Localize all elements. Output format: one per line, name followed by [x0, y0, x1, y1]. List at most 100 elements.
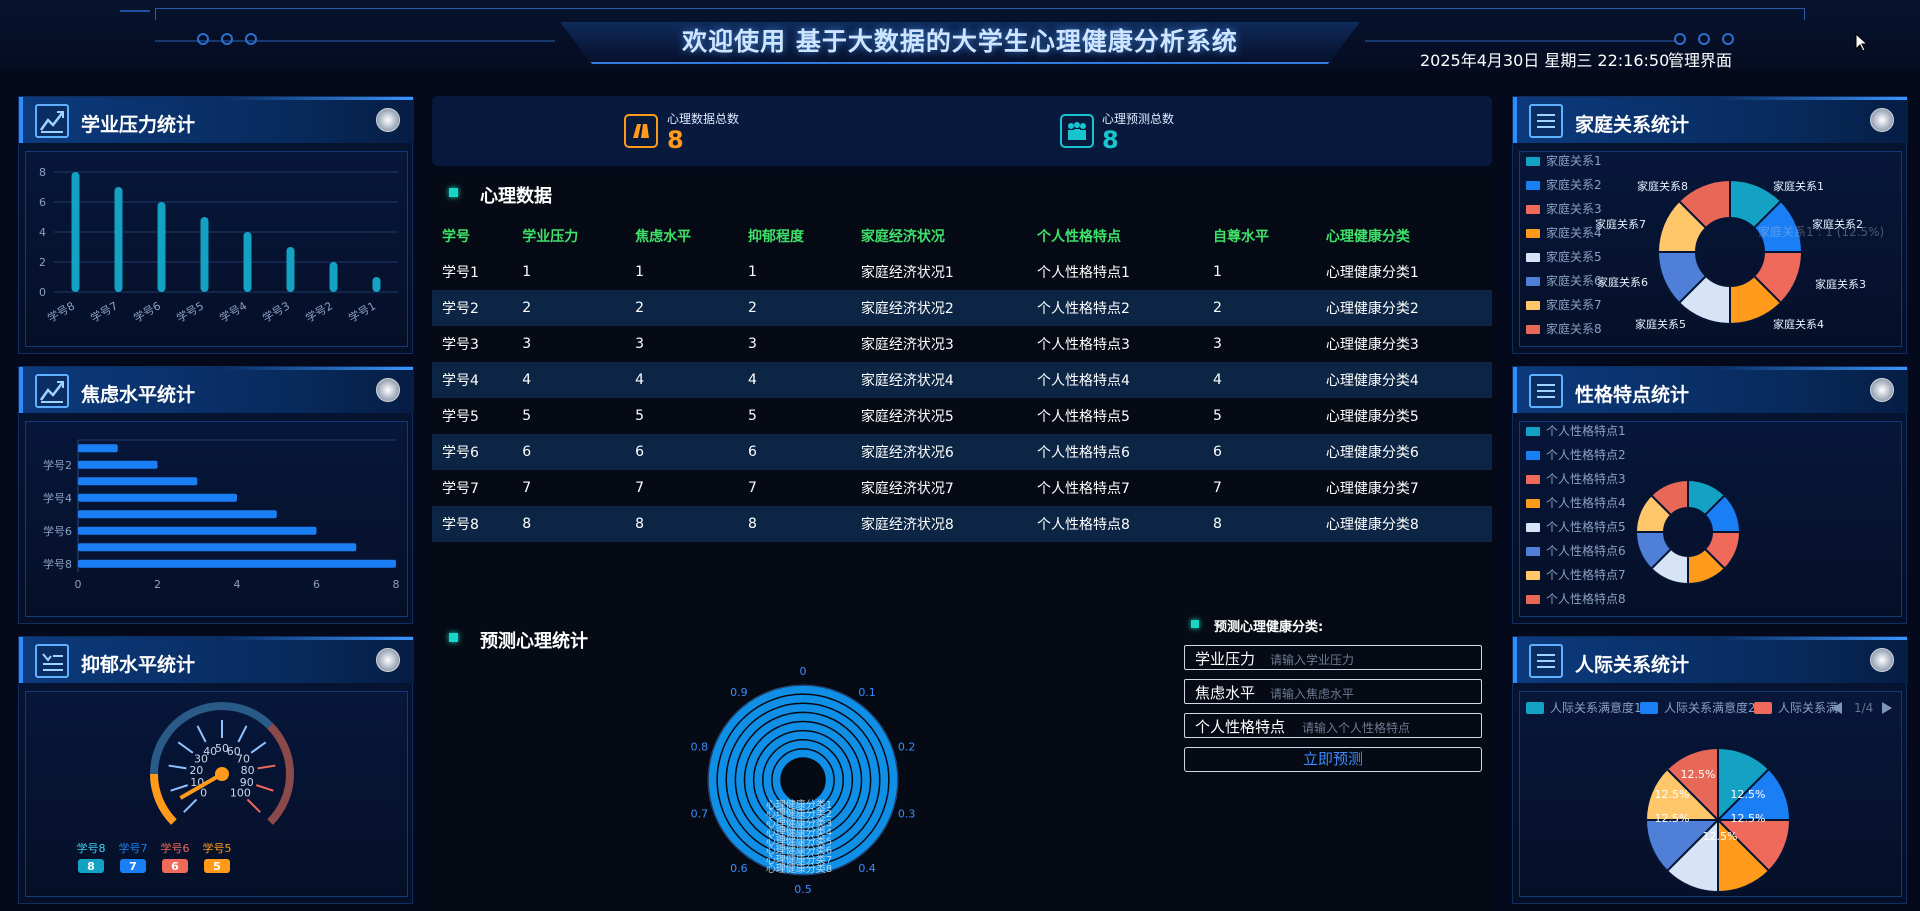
field-placeholder: 请输入焦虑水平	[1270, 687, 1355, 701]
legend-label: 家庭关系6	[1546, 273, 1602, 288]
table-row[interactable]: 学号8 8 8 8 家庭经济状况8 个人性格特点8 8 心理健康分类8	[432, 506, 1492, 542]
legend-label: 家庭关系3	[1546, 201, 1602, 216]
header-dot-icon	[245, 33, 257, 45]
gauge-legend-value: 5	[213, 860, 221, 873]
table-row[interactable]: 学号2 2 2 2 家庭经济状况2 个人性格特点2 2 心理健康分类2	[432, 290, 1492, 326]
bar	[157, 202, 166, 292]
anxiety-bar-chart: 学号2 学号4 学号6 学号80 2 4 6 8	[43, 439, 400, 591]
predict-total-label: 心理预测总数	[1102, 112, 1175, 126]
table-cell: 2	[1203, 290, 1316, 326]
gauge-pivot	[215, 767, 229, 781]
legend-swatch	[1526, 253, 1540, 262]
table-cell: 1	[635, 264, 645, 280]
panel-header: 学业压力统计	[19, 97, 414, 143]
section-marker	[449, 633, 458, 642]
gauge-tick	[196, 725, 207, 743]
angle-tick-label: 0.2	[898, 740, 916, 753]
gauge-tick	[170, 784, 189, 792]
table-cell: 心理健康分类8	[1315, 506, 1492, 542]
y-tick-label: 学号6	[43, 524, 72, 538]
table-row[interactable]: 学号3 3 3 3 家庭经济状况3 个人性格特点3 3 心理健康分类3	[432, 326, 1492, 362]
y-tick-label: 学号2	[43, 458, 72, 472]
legend-swatch	[1526, 475, 1540, 484]
predict-button[interactable]: 立即预测	[1184, 747, 1482, 772]
bar	[114, 187, 123, 292]
chart-area: 家庭关系1 家庭关系2 家庭关系3 家庭关系4 家庭关系5 家庭关系6 家庭关系7 家庭关系8…	[1519, 151, 1902, 347]
bar	[78, 444, 118, 453]
legend-label: 家庭关系2	[1546, 177, 1602, 192]
table-cell: 家庭经济状况6	[850, 434, 1027, 470]
table-cell: 2	[738, 290, 851, 326]
legend-label: 人际关系满意度1	[1550, 700, 1642, 715]
gear-icon[interactable]	[1870, 378, 1894, 402]
panel-title: 抑郁水平统计	[81, 654, 196, 676]
angle-tick-label: 0.5	[794, 883, 812, 896]
gauge-legend-label: 学号5	[203, 841, 232, 855]
table-cell: 6	[625, 434, 739, 470]
table-row[interactable]: 学号7 7 7 7 家庭经济状况7 个人性格特点7 7 心理健康分类7	[432, 470, 1492, 506]
section-marker	[1191, 620, 1199, 628]
table-cell: 6	[738, 434, 851, 470]
legend-label: 个人性格特点7	[1546, 567, 1626, 582]
field-label: 焦虑水平	[1195, 684, 1256, 702]
legend-label: 个人性格特点5	[1546, 519, 1626, 534]
legend-swatch	[1526, 571, 1540, 580]
y-tick-label: 2	[39, 256, 46, 269]
legend-label: 个人性格特点3	[1546, 471, 1626, 486]
legend-swatch	[1526, 523, 1540, 532]
anxiety-level-panel: 焦虑水平统计 学号2 学号4 学号6 学号8 0 2 4 6 8	[18, 366, 414, 624]
gear-icon[interactable]	[376, 648, 400, 672]
header-deco-line	[1365, 40, 1675, 42]
bar	[78, 493, 237, 502]
table-cell: 家庭经济状况2	[850, 290, 1027, 326]
slice-label: 家庭关系6	[1597, 275, 1648, 289]
legend-swatch	[1526, 499, 1540, 508]
personality-trait-field[interactable]: 个人性格特点 请输入个人性格特点	[1184, 713, 1482, 738]
x-tick-label: 学号1	[346, 298, 378, 325]
legend-label: 人际关系满意度2	[1664, 700, 1756, 715]
gear-icon[interactable]	[1870, 648, 1894, 672]
table-row[interactable]: 学号4 4 4 4 家庭经济状况4 个人性格特点4 4 心理健康分类4	[432, 362, 1492, 398]
legend-swatch	[1526, 547, 1540, 556]
angle-tick-label: 0.1	[858, 686, 876, 699]
slice-label: 家庭关系5	[1635, 317, 1686, 331]
gauge-legend-label: 学号8	[77, 841, 106, 855]
table-row[interactable]: 学号5 5 5 5 家庭经济状况5 个人性格特点5 5 心理健康分类5	[432, 398, 1492, 434]
bar	[286, 247, 295, 292]
bar	[78, 477, 198, 486]
panel-title: 性格特点统计	[1575, 384, 1690, 406]
x-tick-label: 学号7	[88, 298, 120, 325]
table-cell: 3	[1213, 336, 1222, 352]
list-icon	[1529, 644, 1563, 678]
predict-section-title: 预测心理统计	[480, 631, 588, 652]
admin-link[interactable]: 管理界面	[1668, 47, 1732, 71]
gear-icon[interactable]	[376, 108, 400, 132]
anxiety-level-field[interactable]: 焦虑水平 请输入焦虑水平	[1184, 679, 1482, 704]
gauge-tick	[177, 741, 194, 754]
gear-icon[interactable]	[376, 378, 400, 402]
x-tick-label: 0	[75, 578, 82, 591]
table-row[interactable]: 学号1 1 1 1 家庭经济状况1 个人性格特点1 1 心理健康分类1	[432, 254, 1492, 290]
personality-panel: 性格特点统计 个人性格特点1 个人性格特点2 个人性格特点3 个人性格特点4 个人性格特…	[1512, 366, 1908, 624]
gauge-tick	[246, 798, 261, 813]
legend-swatch	[1754, 702, 1772, 714]
gauge-arc	[267, 723, 294, 825]
legend-label: 个人性格特点2	[1546, 447, 1626, 462]
panel-header: 焦虑水平统计	[19, 367, 414, 413]
column-header: 焦虑水平	[635, 229, 692, 245]
list-icon	[1529, 374, 1563, 408]
academic-pressure-field[interactable]: 学业压力 请输入学业压力	[1184, 645, 1482, 670]
gauge-tick	[257, 764, 276, 770]
line-chart-icon	[35, 374, 69, 408]
data-total-value: 8	[667, 126, 684, 154]
table-cell: 学号3	[442, 337, 479, 353]
table-cell: 3	[748, 336, 757, 352]
table-cell: 7	[1213, 480, 1222, 496]
depression-level-panel: 抑郁水平统计 0 10 20 30 40 50 60 70 80 90 100 学号8 8 学号7 7 学号6…	[18, 636, 414, 904]
gear-icon[interactable]	[1870, 108, 1894, 132]
table-cell: 7	[748, 480, 757, 496]
table-cell: 学号4	[432, 362, 513, 398]
bar	[200, 217, 209, 292]
legend-label: 家庭关系8	[1546, 321, 1602, 336]
table-row[interactable]: 学号6 6 6 6 家庭经济状况6 个人性格特点6 6 心理健康分类6	[432, 434, 1492, 470]
